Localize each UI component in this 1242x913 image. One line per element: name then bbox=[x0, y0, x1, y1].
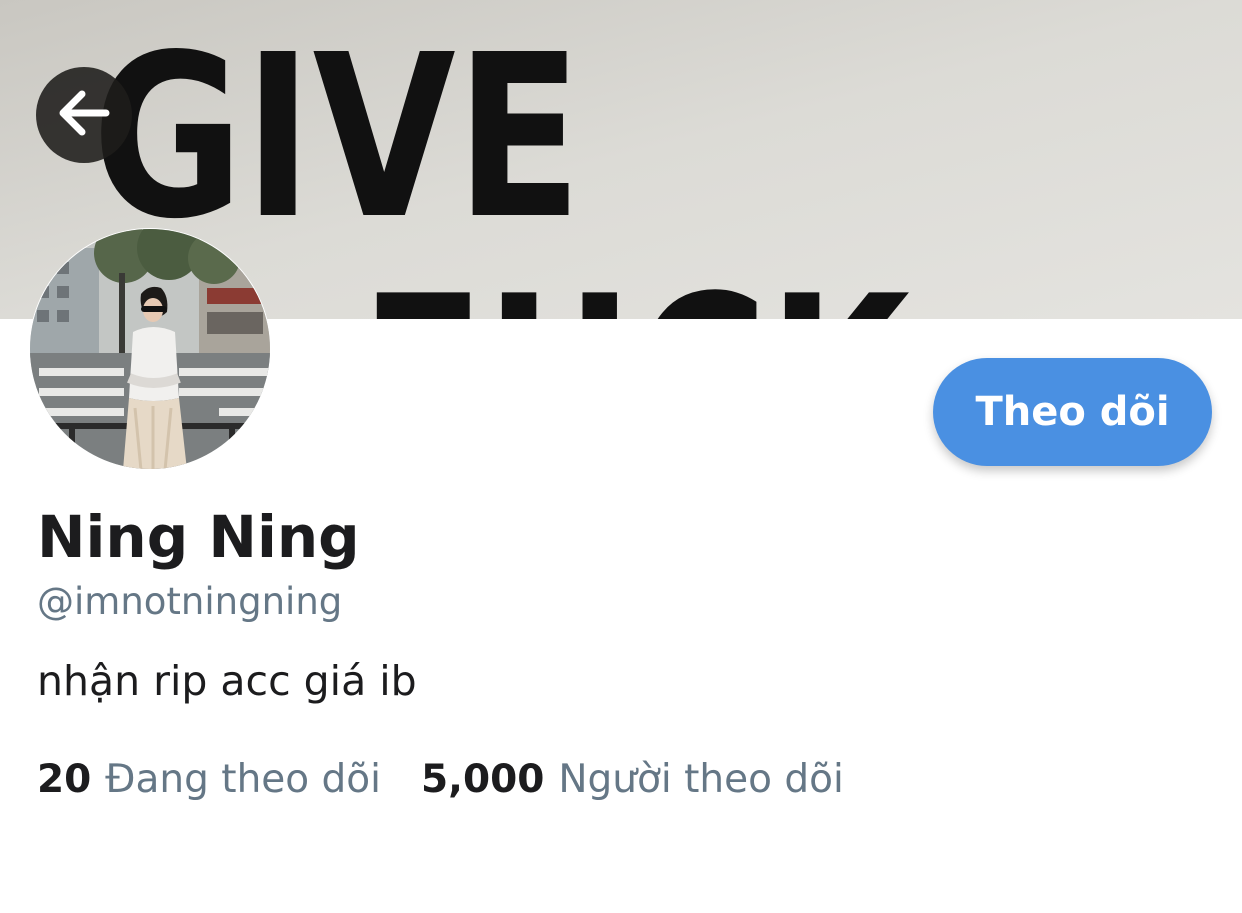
back-button[interactable] bbox=[36, 67, 132, 163]
avatar-image bbox=[30, 229, 270, 469]
following-stat[interactable]: 20 Đang theo dõi bbox=[37, 757, 381, 802]
arrow-left-icon bbox=[56, 89, 112, 142]
profile-bio: nhận rip acc giá ib bbox=[37, 657, 417, 705]
follow-button[interactable]: Theo dõi bbox=[933, 358, 1212, 466]
banner-text-line2: FUCK bbox=[360, 248, 916, 319]
followers-label: Người theo dõi bbox=[558, 757, 844, 802]
followers-count: 5,000 bbox=[421, 757, 545, 802]
avatar[interactable] bbox=[29, 228, 271, 470]
display-name: Ning Ning bbox=[37, 503, 360, 571]
username-handle: @imnotningning bbox=[37, 580, 343, 623]
following-label: Đang theo dõi bbox=[105, 757, 381, 802]
following-count: 20 bbox=[37, 757, 92, 802]
followers-stat[interactable]: 5,000 Người theo dõi bbox=[421, 757, 844, 802]
profile-stats: 20 Đang theo dõi 5,000 Người theo dõi bbox=[37, 757, 844, 802]
